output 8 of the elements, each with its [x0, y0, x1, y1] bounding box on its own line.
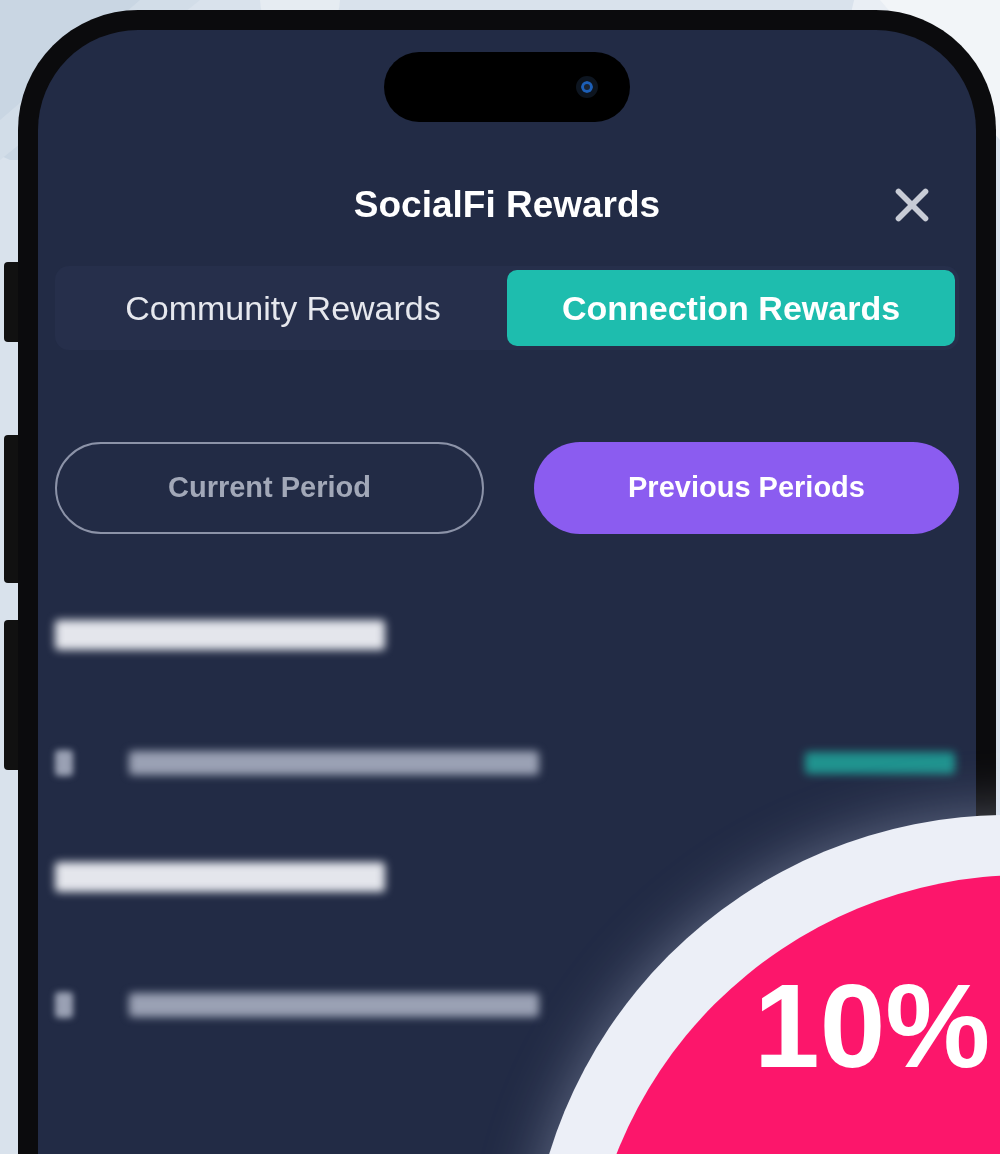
tab[interactable]: Community Rewards — [59, 270, 507, 346]
period-button[interactable]: Current Period — [55, 442, 484, 534]
blurred-rank — [55, 992, 73, 1018]
modal-title: SocialFi Rewards — [353, 183, 661, 228]
camera-icon — [576, 76, 598, 98]
discount-value: 10% — [754, 967, 991, 1085]
period-button[interactable]: Previous Periods — [534, 442, 959, 534]
blurred-rank — [55, 750, 73, 776]
